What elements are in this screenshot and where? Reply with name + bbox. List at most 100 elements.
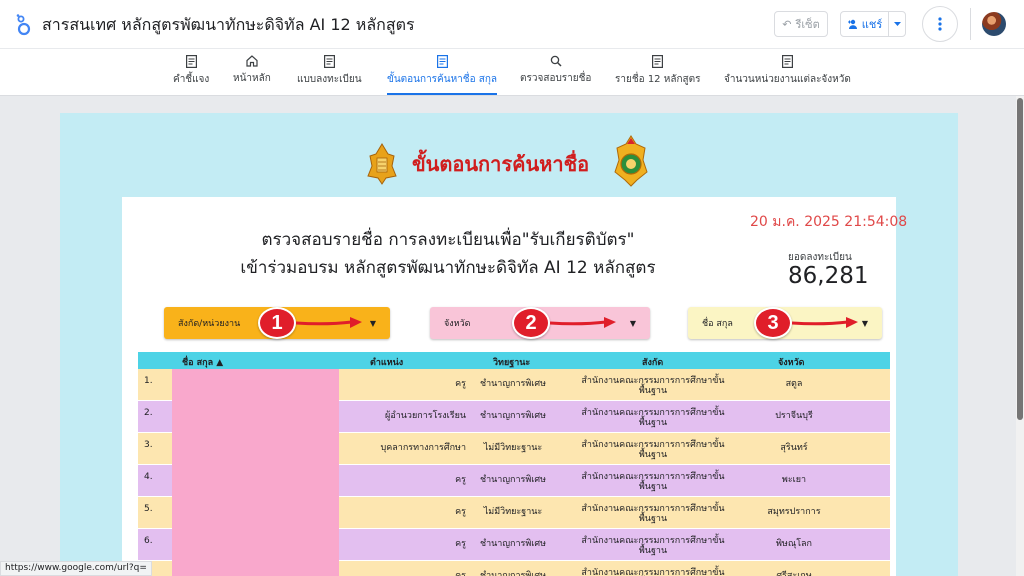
share-main[interactable]: แชร์ <box>841 12 889 36</box>
page-heading: ขั้นตอนการค้นหาชื่อ <box>412 152 590 176</box>
doc-icon <box>652 55 664 68</box>
redacted-name-cell <box>172 401 339 433</box>
table-row[interactable]: 5. ครู ไม่มีวิทยะฐานะ สำนักงานคณะกรรมการการ… <box>138 497 890 529</box>
rank-cell: ชำนาญการพิเศษ <box>479 539 547 549</box>
main-title-line-2: เข้าร่วมอบรม หลักสูตรพัฒนาทักษะดิจิทัล A… <box>240 258 656 278</box>
doc-icon <box>781 55 793 68</box>
table-row[interactable]: 3. บุคลากรทางการศึกษา ไม่มีวิทยะฐานะ สำนักง… <box>138 433 890 465</box>
active-tab-indicator <box>387 93 498 95</box>
vertical-scrollbar[interactable] <box>1016 96 1024 576</box>
agency-cell: สำนักงานคณะกรรมการการศึกษาขั้นพื้นฐาน <box>581 440 725 460</box>
tab-label: คำชี้แจง <box>173 74 210 85</box>
filter-label: ชื่อ สกุล <box>702 319 733 329</box>
avatar[interactable] <box>982 12 1006 36</box>
rank-cell: ชำนาญการพิเศษ <box>479 475 547 485</box>
position-cell: ครู <box>455 379 466 389</box>
share-dropdown[interactable] <box>889 12 905 36</box>
chevron-down-icon <box>893 21 901 26</box>
province-cell: สตูล <box>785 379 803 389</box>
tab-instructions[interactable]: คำชี้แจง <box>173 55 209 95</box>
header-divider <box>970 8 971 40</box>
tab-registration-form[interactable]: แบบลงทะเบียน <box>297 55 362 95</box>
step-badge-1: 1 <box>258 307 296 339</box>
row-number: 6. <box>144 536 153 546</box>
rank-cell: ชำนาญการพิเศษ <box>479 411 547 421</box>
column-header-agency[interactable]: สังกัด <box>642 355 663 369</box>
reset-label: รีเซ็ต <box>795 18 820 31</box>
red-arrow-icon <box>296 317 362 328</box>
add-person-icon <box>847 19 857 29</box>
agency-cell: สำนักงานคณะกรรมการการศึกษาขั้นพื้นฐาน <box>581 536 725 556</box>
table-header: ชื่อ สกุล ▲ ตำแหน่ง วิทยฐานะ สังกัด จังห… <box>138 352 890 369</box>
column-header-province[interactable]: จังหวัด <box>778 355 805 369</box>
tab-label: แบบลงทะเบียน <box>297 74 362 85</box>
tab-label: รายชื่อ 12 หลักสูตร <box>615 74 701 85</box>
agency-cell: สำนักงานคณะกรรมการการศึกษาขั้นพื้นฐาน <box>581 568 725 576</box>
redacted-name-cell <box>172 433 339 465</box>
table-row[interactable]: 1. ครู ชำนาญการพิเศษ สำนักงานคณะกรรมการการศ… <box>138 369 890 401</box>
report-title: สารสนเทศ หลักสูตรพัฒนาทักษะดิจิทัล AI 12… <box>42 15 415 34</box>
tab-label: หน้าหลัก <box>233 73 271 84</box>
home-icon <box>246 55 258 67</box>
province-cell: ศรีสะเกษ <box>776 571 812 576</box>
position-cell: ครู <box>455 475 466 485</box>
doc-icon <box>323 55 335 68</box>
province-cell: พะเยา <box>781 475 807 485</box>
scrollbar-thumb[interactable] <box>1017 98 1023 420</box>
rank-cell: ชำนาญการพิเศษ <box>479 379 547 389</box>
column-header-name[interactable]: ชื่อ สกุล ▲ <box>182 355 223 369</box>
province-cell: ปราจีนบุรี <box>775 411 813 421</box>
filter-label: สังกัด/หน่วยงาน <box>178 319 241 329</box>
tab-label: จำนวนหน่วยงานแต่ละจังหวัด <box>724 74 851 85</box>
dropdown-arrow-icon: ▼ <box>629 319 636 328</box>
rank-cell: ชำนาญการพิเศษ <box>479 571 547 576</box>
more-options-button[interactable] <box>922 6 958 42</box>
reset-button[interactable]: ↶ รีเซ็ต <box>774 11 828 37</box>
doc-icon <box>185 55 197 68</box>
tab-12-courses-list[interactable]: รายชื่อ 12 หลักสูตร <box>615 55 700 95</box>
redacted-name-cell <box>172 497 339 529</box>
row-number: 2. <box>144 408 153 418</box>
doc-icon <box>436 55 448 68</box>
main-title-line-1: ตรวจสอบรายชื่อ การลงทะเบียนเพื่อ"รับเกีย… <box>261 230 635 250</box>
column-header-rank[interactable]: วิทยฐานะ <box>493 355 530 369</box>
top-bar: สารสนเทศ หลักสูตรพัฒนาทักษะดิจิทัล AI 12… <box>0 0 1024 48</box>
agency-cell: สำนักงานคณะกรรมการการศึกษาขั้นพื้นฐาน <box>581 504 725 524</box>
province-cell: พิษณุโลก <box>775 539 812 549</box>
more-vert-icon <box>938 17 942 31</box>
share-label: แชร์ <box>861 18 883 31</box>
province-cell: สุรินทร์ <box>780 443 808 453</box>
column-header-position[interactable]: ตำแหน่ง <box>370 355 403 369</box>
page-nav: คำชี้แจง หน้าหลัก แบบลงทะเบียน ขั้นตอนกา… <box>0 48 1024 96</box>
tab-name-search-steps[interactable]: ขั้นตอนการค้นหาชื่อ สกุล <box>387 55 498 95</box>
table-row[interactable]: 7.ครูชำนาญการพิเศษสำนักงานคณะกรรมการการศ… <box>138 561 890 576</box>
tab-agencies-per-province[interactable]: จำนวนหน่วยงานแต่ละจังหวัด <box>724 55 851 95</box>
row-number: 3. <box>144 440 153 450</box>
last-updated-datetime: 20 ม.ค. 2025 21:54:08 <box>750 214 908 230</box>
tab-label: ขั้นตอนการค้นหาชื่อ สกุล <box>387 74 498 85</box>
step-badge-3: 3 <box>754 307 792 339</box>
tab-label: ตรวจสอบรายชื่อ <box>520 73 592 84</box>
redacted-name-cell <box>172 465 339 497</box>
left-emblem-icon <box>367 143 397 185</box>
right-emblem-icon <box>614 135 648 187</box>
row-number: 5. <box>144 504 153 514</box>
tab-check-names[interactable]: ตรวจสอบรายชื่อ <box>520 55 591 95</box>
rank-cell: ไม่มีวิทยะฐานะ <box>483 507 543 517</box>
position-cell: ผู้อำนวยการโรงเรียน <box>385 411 466 421</box>
undo-icon: ↶ <box>782 17 792 31</box>
link-status-bar: https://www.google.com/url?q= <box>0 561 152 576</box>
position-cell: ครู <box>455 539 466 549</box>
table-row[interactable]: 2. ผู้อำนวยการโรงเรียน ชำนาญการพิเศษ สำนักง… <box>138 401 890 433</box>
position-cell: ครู <box>455 507 466 517</box>
table-row[interactable]: 6. ครู ชำนาญการพิเศษ สำนักงานคณะกรรมการการศ… <box>138 529 890 561</box>
row-number: 4. <box>144 472 153 482</box>
redacted-name-cell <box>172 529 339 561</box>
tab-home[interactable]: หน้าหลัก <box>233 55 271 95</box>
agency-cell: สำนักงานคณะกรรมการการศึกษาขั้นพื้นฐาน <box>581 376 725 396</box>
share-button[interactable]: แชร์ <box>840 11 906 37</box>
table-row[interactable]: 4. ครู ชำนาญการพิเศษ สำนักงานคณะกรรมการการศ… <box>138 465 890 497</box>
redacted-name-cell <box>172 369 339 401</box>
red-arrow-icon <box>550 317 616 328</box>
position-cell: ครู <box>455 571 466 576</box>
